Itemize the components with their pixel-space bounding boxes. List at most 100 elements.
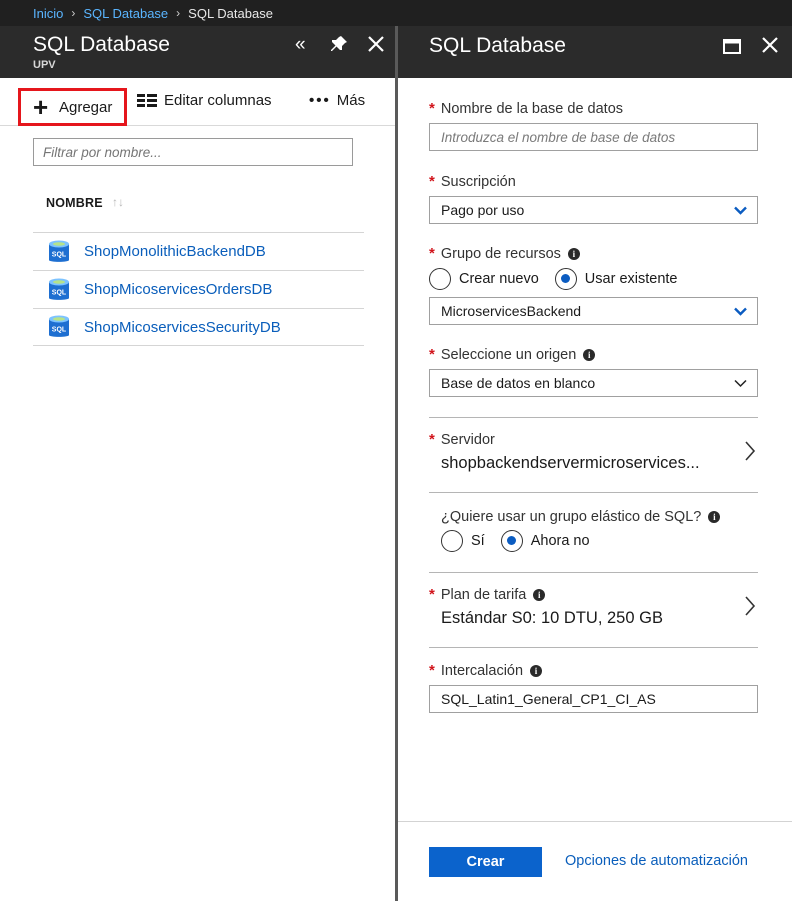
svg-text:SQL: SQL	[52, 251, 67, 258]
chevron-down-icon	[734, 206, 747, 215]
filter-input[interactable]	[33, 138, 353, 166]
chevron-right-icon: ›	[176, 6, 181, 20]
close-icon[interactable]	[762, 35, 778, 57]
list-item[interactable]: SQL ShopMicoservicesSecurityDB	[33, 308, 364, 346]
pricing-label-row: * Plan de tarifa i	[429, 586, 546, 603]
info-icon[interactable]: i	[708, 511, 721, 523]
sql-database-list-blade: SQL Database UPV « + Agregar Editar colu…	[0, 26, 395, 901]
toolbar: + Agregar Editar columnas ••• Más	[0, 78, 395, 126]
more-label: Más	[336, 92, 366, 109]
chevron-right-icon	[745, 441, 756, 461]
svg-text:SQL: SQL	[52, 327, 67, 334]
source-value: Base de datos en blanco	[441, 375, 596, 391]
server-label-row: * Servidor	[429, 431, 495, 448]
collation-label-row: * Intercalación i	[429, 662, 543, 679]
required-asterisk: *	[429, 586, 435, 603]
subscription-label: Suscripción	[440, 173, 516, 190]
pricing-value: Estándar S0: 10 DTU, 250 GB	[441, 609, 663, 627]
breadcrumb-inicio[interactable]: Inicio	[33, 6, 63, 21]
subscription-select[interactable]: Pago por uso	[429, 196, 758, 224]
automation-options-link[interactable]: Opciones de automatización	[565, 853, 748, 869]
breadcrumb: Inicio › SQL Database › SQL Database	[0, 0, 792, 26]
column-header-name[interactable]: NOMBRE	[46, 196, 103, 210]
blade-title: SQL Database	[33, 33, 170, 56]
plus-icon: +	[33, 92, 49, 122]
blade-subtitle: UPV	[33, 59, 56, 71]
db-name-label: Nombre de la base de datos	[440, 100, 624, 117]
resource-group-value: MicroservicesBackend	[441, 303, 582, 319]
edit-columns-button[interactable]: Editar columnas	[137, 92, 272, 109]
elastic-pool-question-row: ¿Quiere usar un grupo elástico de SQL? i	[441, 509, 721, 525]
breadcrumb-sql-database[interactable]: SQL Database	[83, 6, 168, 21]
required-asterisk: *	[429, 245, 435, 262]
radio-circle	[429, 268, 451, 290]
radio-use-existing[interactable]: Usar existente	[554, 268, 678, 290]
resource-group-label-row: * Grupo de recursos i	[429, 245, 580, 262]
maximize-icon[interactable]	[723, 36, 741, 58]
close-icon[interactable]	[368, 34, 384, 56]
collation-label: Intercalación	[440, 662, 524, 679]
radio-circle	[441, 530, 463, 552]
resource-group-select[interactable]: MicroservicesBackend	[429, 297, 758, 325]
add-button[interactable]: + Agregar	[18, 88, 127, 126]
resource-group-label: Grupo de recursos	[440, 245, 561, 262]
sql-database-icon: SQL	[49, 278, 69, 300]
pricing-label: Plan de tarifa	[440, 586, 527, 603]
source-label: Seleccione un origen	[440, 346, 577, 363]
elastic-pool-question: ¿Quiere usar un grupo elástico de SQL?	[441, 509, 702, 525]
columns-icon	[137, 94, 157, 107]
sql-database-icon: SQL	[49, 315, 69, 337]
list-item[interactable]: SQL ShopMonolithicBackendDB	[33, 232, 364, 270]
pin-icon[interactable]	[330, 35, 348, 57]
info-icon[interactable]: i	[533, 588, 546, 601]
footer-divider	[398, 821, 792, 822]
radio-use-existing-label: Usar existente	[584, 271, 678, 287]
required-asterisk: *	[429, 431, 435, 448]
info-icon[interactable]: i	[530, 664, 543, 677]
sql-database-icon: SQL	[49, 240, 69, 262]
radio-yes-label: Sí	[471, 533, 485, 549]
add-button-label: Agregar	[59, 99, 113, 116]
svg-text:SQL: SQL	[52, 289, 67, 296]
more-button[interactable]: ••• Más	[309, 92, 365, 109]
radio-circle-selected	[500, 530, 523, 552]
chevron-right-icon: ›	[71, 6, 76, 20]
blade-header: SQL Database UPV «	[0, 26, 395, 78]
radio-yes[interactable]: Sí	[441, 530, 485, 552]
chevron-down-icon	[734, 379, 747, 388]
subscription-label-row: * Suscripción	[429, 173, 516, 190]
server-label: Servidor	[440, 431, 495, 448]
radio-circle-selected	[554, 268, 577, 290]
chevron-right-icon	[745, 596, 756, 616]
divider	[429, 417, 758, 418]
radio-not-now[interactable]: Ahora no	[500, 530, 590, 552]
blade-title: SQL Database	[429, 34, 566, 57]
list-item[interactable]: SQL ShopMicoservicesOrdersDB	[33, 270, 364, 308]
required-asterisk: *	[429, 100, 435, 117]
required-asterisk: *	[429, 346, 435, 363]
db-name-label-row: * Nombre de la base de datos	[429, 100, 623, 117]
collation-input[interactable]: SQL_Latin1_General_CP1_CI_AS	[429, 685, 758, 713]
edit-columns-label: Editar columnas	[164, 92, 272, 109]
subscription-value: Pago por uso	[441, 202, 525, 218]
breadcrumb-current: SQL Database	[188, 5, 273, 21]
divider	[429, 647, 758, 648]
elastic-pool-radio-group: Sí Ahora no	[441, 530, 606, 552]
create-sql-database-blade: SQL Database * Nombre de la base de dato…	[398, 26, 792, 901]
double-chevron-left-icon[interactable]: «	[295, 35, 306, 54]
db-name-input[interactable]: Introduzca el nombre de base de datos	[429, 123, 758, 151]
divider	[429, 572, 758, 573]
sort-icon[interactable]: ↑↓	[112, 195, 124, 209]
blade-header: SQL Database	[398, 26, 792, 78]
radio-create-new[interactable]: Crear nuevo	[429, 268, 539, 290]
info-icon[interactable]: i	[567, 247, 580, 260]
divider	[429, 492, 758, 493]
required-asterisk: *	[429, 173, 435, 190]
source-label-row: * Seleccione un origen i	[429, 346, 596, 363]
ellipsis-icon: •••	[309, 92, 331, 109]
database-name: ShopMonolithicBackendDB	[84, 243, 266, 260]
info-icon[interactable]: i	[583, 348, 596, 361]
source-select[interactable]: Base de datos en blanco	[429, 369, 758, 397]
create-button[interactable]: Crear	[429, 847, 542, 877]
required-asterisk: *	[429, 662, 435, 679]
